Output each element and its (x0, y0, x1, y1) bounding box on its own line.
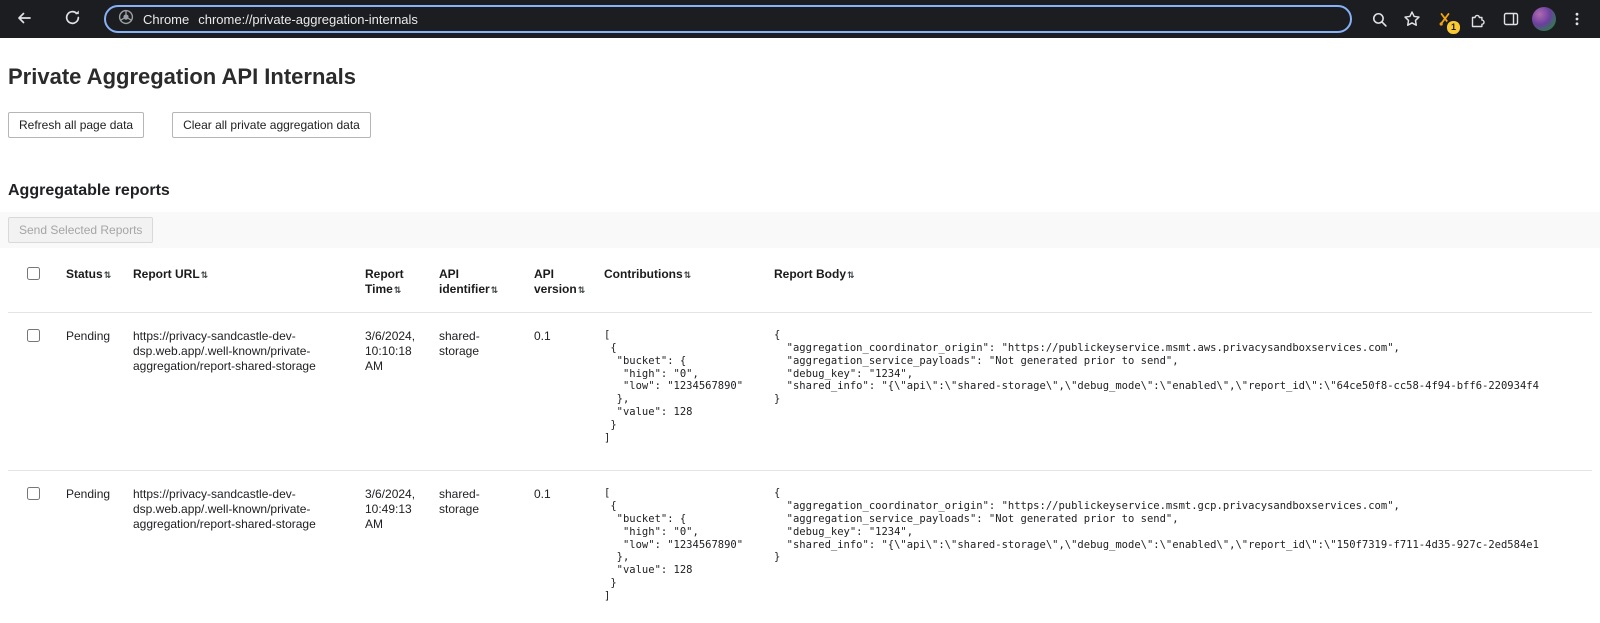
col-header-report-time[interactable]: Report Time⇅ (365, 252, 439, 313)
private-aggregation-internals-page: Private Aggregation API Internals Refres… (0, 38, 1600, 623)
page-title: Private Aggregation API Internals (8, 64, 1592, 90)
chrome-logo-icon (118, 9, 134, 30)
back-button[interactable] (10, 5, 38, 33)
send-selected-reports-button[interactable]: Send Selected Reports (8, 217, 153, 243)
select-all-cell (8, 252, 66, 313)
avatar-image (1532, 7, 1556, 31)
page-actions: Refresh all page data Clear all private … (8, 112, 1592, 138)
sort-icon: ⇅ (491, 286, 499, 296)
select-all-checkbox[interactable] (27, 267, 40, 280)
site-label: Chrome (143, 12, 189, 27)
api-version-cell: 0.1 (534, 313, 604, 471)
api-identifier-cell: shared-storage (439, 313, 534, 471)
row-select-cell (8, 313, 66, 471)
aggregatable-reports-table: Status⇅ Report URL⇅ Report Time⇅ API ide… (8, 252, 1592, 623)
row-select-cell (8, 471, 66, 623)
sort-icon: ⇅ (201, 271, 209, 281)
url-text: chrome://private-aggregation-internals (198, 12, 418, 27)
report-row: Pending https://privacy-sandcastle-dev-d… (8, 471, 1592, 623)
sort-icon: ⇅ (847, 271, 855, 281)
browser-toolbar: Chrome chrome://private-aggregation-inte… (0, 0, 1600, 38)
reload-button[interactable] (58, 5, 86, 33)
col-header-api-identifier[interactable]: API identifier⇅ (439, 252, 534, 313)
sort-icon: ⇅ (394, 286, 402, 296)
bookmark-star-icon[interactable] (1399, 6, 1425, 32)
report-time-cell: 3/6/2024, 10:10:18 AM (365, 313, 439, 471)
toolbar-actions: 1 (1366, 6, 1590, 32)
sort-icon: ⇅ (104, 271, 112, 281)
contributions-cell: [ { "bucket": { "high": "0", "low": "123… (604, 471, 774, 623)
status-cell: Pending (66, 471, 133, 623)
menu-dots-icon[interactable] (1564, 6, 1590, 32)
col-header-status[interactable]: Status⇅ (66, 252, 133, 313)
report-body-cell: { "aggregation_coordinator_origin": "htt… (774, 313, 1592, 471)
address-bar[interactable]: Chrome chrome://private-aggregation-inte… (104, 5, 1352, 33)
pinned-extension-icon[interactable]: 1 (1432, 6, 1458, 32)
col-header-report-body[interactable]: Report Body⇅ (774, 252, 1592, 313)
reload-icon (64, 9, 81, 29)
reports-toolbar: Send Selected Reports (0, 212, 1600, 248)
report-row: Pending https://privacy-sandcastle-dev-d… (8, 313, 1592, 471)
status-cell: Pending (66, 313, 133, 471)
sort-icon: ⇅ (578, 286, 586, 296)
extension-badge: 1 (1445, 19, 1462, 36)
report-url-cell: https://privacy-sandcastle-dev-dsp.web.a… (133, 313, 365, 471)
extensions-puzzle-icon[interactable] (1465, 6, 1491, 32)
row-select-checkbox[interactable] (27, 329, 40, 342)
report-body-cell: { "aggregation_coordinator_origin": "htt… (774, 471, 1592, 623)
row-select-checkbox[interactable] (27, 487, 40, 500)
api-identifier-cell: shared-storage (439, 471, 534, 623)
refresh-all-button[interactable]: Refresh all page data (8, 112, 144, 138)
api-version-cell: 0.1 (534, 471, 604, 623)
col-header-contributions[interactable]: Contributions⇅ (604, 252, 774, 313)
profile-avatar[interactable] (1531, 6, 1557, 32)
search-icon[interactable] (1366, 6, 1392, 32)
side-panel-icon[interactable] (1498, 6, 1524, 32)
table-header-row: Status⇅ Report URL⇅ Report Time⇅ API ide… (8, 252, 1592, 313)
report-url-cell: https://privacy-sandcastle-dev-dsp.web.a… (133, 471, 365, 623)
contributions-cell: [ { "bucket": { "high": "0", "low": "123… (604, 313, 774, 471)
col-header-api-version[interactable]: API version⇅ (534, 252, 604, 313)
back-icon (15, 9, 33, 30)
sort-icon: ⇅ (684, 271, 692, 281)
col-header-report-url[interactable]: Report URL⇅ (133, 252, 365, 313)
clear-all-button[interactable]: Clear all private aggregation data (172, 112, 371, 138)
report-time-cell: 3/6/2024, 10:49:13 AM (365, 471, 439, 623)
section-title: Aggregatable reports (8, 182, 1592, 200)
